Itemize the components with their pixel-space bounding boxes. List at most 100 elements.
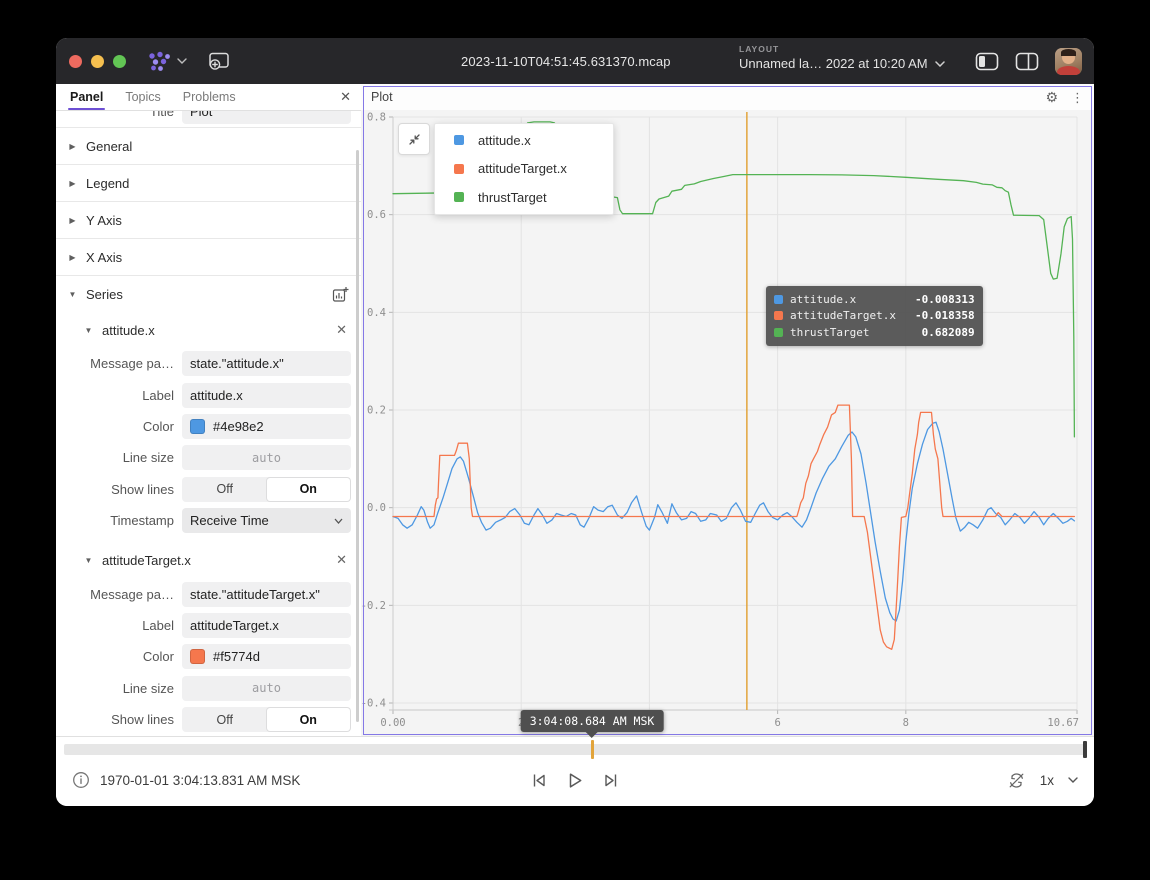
field-show-lines: Show lines Off On (56, 474, 361, 505)
show-lines-toggle: Off On (182, 707, 351, 732)
remove-series-icon[interactable]: ✕ (336, 322, 347, 338)
loop-off-icon[interactable] (1007, 771, 1026, 790)
sidebar-close-icon[interactable]: ✕ (340, 84, 351, 110)
tooltip-swatch (774, 295, 783, 304)
section-series[interactable]: ▼ Series (56, 275, 361, 312)
playback-timestamp[interactable]: 1970-01-01 3:04:13.831 AM MSK (100, 773, 300, 788)
field-message-path: Message pa… state."attitude.x" (56, 348, 361, 379)
data-source-title[interactable]: 2023-11-10T04:51:45.631370.mcap (461, 38, 671, 84)
message-path-input[interactable]: state."attitudeTarget.x" (182, 582, 351, 607)
color-input[interactable]: #f5774d (182, 644, 351, 669)
show-lines-off[interactable]: Off (183, 708, 267, 731)
scrubber-hover-time: 3:04:08.684 AM MSK (521, 710, 664, 732)
svg-text:0.2: 0.2 (367, 405, 386, 417)
color-swatch[interactable] (190, 649, 205, 664)
play-icon[interactable] (566, 771, 585, 790)
app-menu-chevron-icon[interactable] (177, 58, 187, 64)
collapsed-caret-icon: ▶ (68, 179, 77, 188)
line-size-input[interactable]: auto (182, 445, 351, 470)
color-swatch[interactable] (190, 419, 205, 434)
collapsed-caret-icon: ▶ (68, 142, 77, 151)
show-lines-on[interactable]: On (267, 708, 351, 731)
toggle-right-sidebar-icon[interactable] (1015, 52, 1039, 71)
panel-settings-gear-icon[interactable]: ⚙ (1045, 90, 1058, 104)
info-icon[interactable] (72, 771, 90, 789)
titlebar: 2023-11-10T04:51:45.631370.mcap LAYOUT U… (56, 38, 1094, 84)
field-label: Label attitude.x (56, 379, 361, 410)
svg-text:10.67: 10.67 (1047, 717, 1079, 729)
legend-item-thrust-target[interactable]: thrustTarget (435, 183, 613, 212)
series-header-attitude-target-x[interactable]: ▼ attitudeTarget.x ✕ (56, 542, 361, 578)
label-input[interactable]: attitudeTarget.x (182, 613, 351, 638)
section-x-axis[interactable]: ▶ X Axis (56, 238, 361, 275)
toggle-left-sidebar-icon[interactable] (975, 52, 999, 71)
foxglove-logo-icon[interactable] (145, 50, 173, 72)
svg-text:0.6: 0.6 (367, 209, 386, 221)
message-path-input[interactable]: state."attitude.x" (182, 351, 351, 376)
title-field-input[interactable]: Plot (182, 111, 351, 124)
close-window-button[interactable] (69, 55, 82, 68)
user-avatar[interactable] (1055, 48, 1082, 75)
seek-forward-icon[interactable] (603, 772, 621, 789)
section-y-axis[interactable]: ▶ Y Axis (56, 201, 361, 238)
svg-text:-0.4: -0.4 (361, 698, 386, 710)
field-line-size: Line size auto (56, 442, 361, 473)
show-lines-toggle: Off On (182, 477, 351, 502)
panel-menu-kebab-icon[interactable]: ⋮ (1071, 91, 1084, 104)
playback-speed[interactable]: 1x (1040, 773, 1054, 788)
field-timestamp: Timestamp Receive Time (56, 505, 361, 536)
layout-label: LAYOUT (739, 44, 945, 54)
svg-text:6: 6 (774, 717, 780, 729)
section-general[interactable]: ▶ General (56, 127, 361, 164)
legend-swatch (454, 192, 464, 202)
timeline-scrubber[interactable] (64, 744, 1086, 755)
line-size-input[interactable]: auto (182, 676, 351, 701)
svg-text:-0.2: -0.2 (361, 600, 386, 612)
scrubber-hover-tooltip: 3:04:08.684 AM MSK (521, 710, 664, 744)
expanded-caret-icon: ▼ (84, 556, 93, 565)
panel-settings-sidebar: Panel Topics Problems ✕ Title Plot ▶ Gen… (56, 84, 362, 737)
add-series-icon[interactable] (332, 286, 349, 303)
tooltip-swatch (774, 328, 783, 337)
layout-name: Unnamed la… 2022 at 10:20 AM (739, 56, 928, 71)
panel-toolbar: Plot ⚙ ⋮ (361, 84, 1094, 110)
plot-legend: attitude.x attitudeTarget.x thrustTarget (434, 123, 614, 215)
legend-swatch (454, 135, 464, 145)
remove-series-icon[interactable]: ✕ (336, 552, 347, 568)
tab-topics[interactable]: Topics (125, 84, 160, 110)
sidebar-tabs: Panel Topics Problems ✕ (56, 84, 361, 111)
legend-item-attitude-x[interactable]: attitude.x (435, 126, 613, 155)
label-input[interactable]: attitude.x (182, 383, 351, 408)
speed-chevron-icon[interactable] (1068, 777, 1078, 783)
traffic-lights (56, 55, 135, 68)
tab-panel[interactable]: Panel (70, 84, 103, 110)
legend-collapse-button[interactable] (398, 123, 430, 155)
show-lines-on[interactable]: On (267, 478, 351, 501)
field-color: Color #4e98e2 (56, 411, 361, 442)
svg-text:0.4: 0.4 (367, 307, 386, 319)
tooltip-swatch (774, 311, 783, 320)
add-panel-icon[interactable] (207, 51, 231, 71)
field-line-size: Line size auto (56, 673, 361, 704)
panel-title: Plot (371, 90, 393, 104)
sidebar-scrollbar[interactable] (356, 150, 359, 722)
expanded-caret-icon: ▼ (84, 326, 93, 335)
section-legend[interactable]: ▶ Legend (56, 164, 361, 201)
seek-backward-icon[interactable] (530, 772, 548, 789)
timestamp-select[interactable]: Receive Time (182, 508, 351, 533)
playback-bar: 1970-01-01 3:04:13.831 AM MSK (56, 736, 1094, 806)
legend-item-attitude-target-x[interactable]: attitudeTarget.x (435, 155, 613, 184)
layout-selector[interactable]: LAYOUT Unnamed la… 2022 at 10:20 AM (739, 44, 945, 71)
legend-swatch (454, 164, 464, 174)
chart-area[interactable]: 0.80.60.40.20.0-0.2-0.40.00246810.67 att… (361, 110, 1094, 737)
tab-problems[interactable]: Problems (183, 84, 236, 110)
collapse-arrows-icon (407, 132, 422, 147)
zoom-window-button[interactable] (113, 55, 126, 68)
show-lines-off[interactable]: Off (183, 478, 267, 501)
field-label: Label attitudeTarget.x (56, 610, 361, 641)
color-input[interactable]: #4e98e2 (182, 414, 351, 439)
minimize-window-button[interactable] (91, 55, 104, 68)
tooltip-arrow (586, 732, 598, 744)
svg-text:0.0: 0.0 (367, 502, 386, 514)
series-header-attitude-x[interactable]: ▼ attitude.x ✕ (56, 312, 361, 348)
